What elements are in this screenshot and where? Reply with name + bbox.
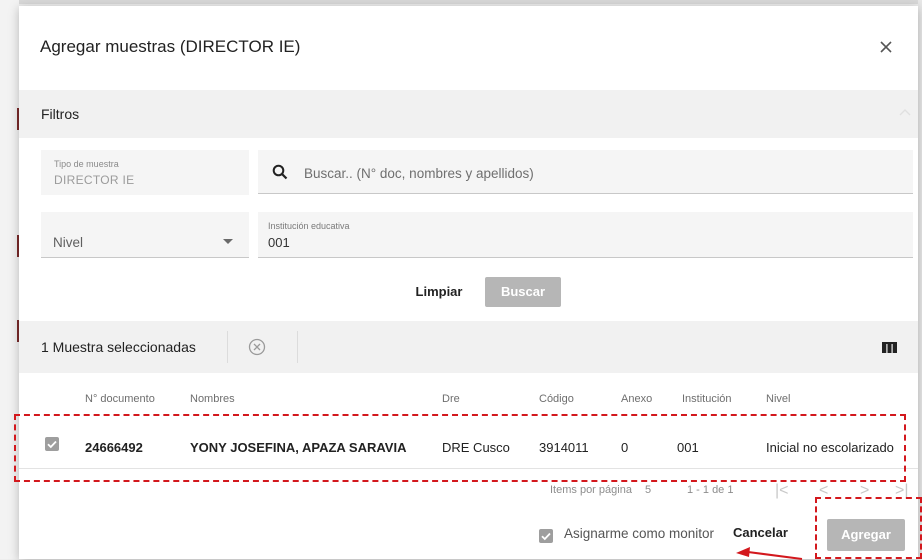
search-input[interactable]: Buscar.. (N° doc, nombres y apellidos) xyxy=(258,150,913,194)
chevron-up-icon[interactable] xyxy=(899,108,911,116)
column-header-anexo[interactable]: Anexo xyxy=(621,393,652,405)
annotation-highlight-add-button xyxy=(815,497,922,559)
column-header-codigo[interactable]: Código xyxy=(539,393,574,405)
sample-type-value: DIRECTOR IE xyxy=(54,173,135,187)
search-button[interactable]: Buscar xyxy=(485,277,561,307)
column-header-dre[interactable]: Dre xyxy=(442,393,460,405)
clear-filters-button[interactable]: Limpiar xyxy=(399,277,479,307)
selection-toolbar: 1 Muestra seleccionadas xyxy=(19,321,918,373)
dialog-title: Agregar muestras (DIRECTOR IE) xyxy=(40,37,301,56)
caret-down-icon xyxy=(223,239,233,244)
sample-type-label: Tipo de muestra xyxy=(54,159,119,169)
institution-label: Institución educativa xyxy=(268,221,350,231)
search-placeholder: Buscar.. (N° doc, nombres y apellidos) xyxy=(304,166,534,181)
clear-selection-icon[interactable] xyxy=(248,338,266,356)
nivel-select-label: Nivel xyxy=(53,235,84,250)
search-icon xyxy=(272,164,288,180)
institution-value: 001 xyxy=(268,235,290,250)
toolbar-divider xyxy=(227,331,228,363)
items-per-page-label: Items por página xyxy=(550,484,632,496)
column-header-documento[interactable]: N° documento xyxy=(85,393,155,405)
monitor-checkbox-label[interactable]: Asignarme como monitor xyxy=(564,526,714,541)
sample-type-field: Tipo de muestra DIRECTOR IE xyxy=(41,150,249,195)
toolbar-divider xyxy=(297,331,298,363)
annotation-highlight-row xyxy=(14,414,906,482)
background-header-strip xyxy=(0,0,922,4)
column-header-nivel[interactable]: Nivel xyxy=(766,393,790,405)
check-icon xyxy=(541,532,551,541)
background-right-edge xyxy=(918,0,922,559)
items-per-page-select[interactable]: 5 xyxy=(645,484,651,496)
first-page-icon[interactable]: |< xyxy=(775,482,789,500)
pagination-range: 1 - 1 de 1 xyxy=(687,484,734,496)
columns-icon[interactable] xyxy=(882,342,897,353)
institution-input[interactable]: Institución educativa 001 xyxy=(258,212,913,258)
monitor-checkbox[interactable] xyxy=(539,529,553,543)
column-header-institucion[interactable]: Institución xyxy=(682,393,732,405)
selected-count: 1 Muestra seleccionadas xyxy=(41,339,196,355)
close-icon[interactable] xyxy=(877,38,895,56)
column-header-nombres[interactable]: Nombres xyxy=(190,393,235,405)
filters-label: Filtros xyxy=(41,106,80,122)
filters-panel-header[interactable]: Filtros xyxy=(19,90,918,138)
annotation-arrow-icon xyxy=(736,547,803,560)
nivel-select[interactable]: Nivel xyxy=(41,212,249,258)
